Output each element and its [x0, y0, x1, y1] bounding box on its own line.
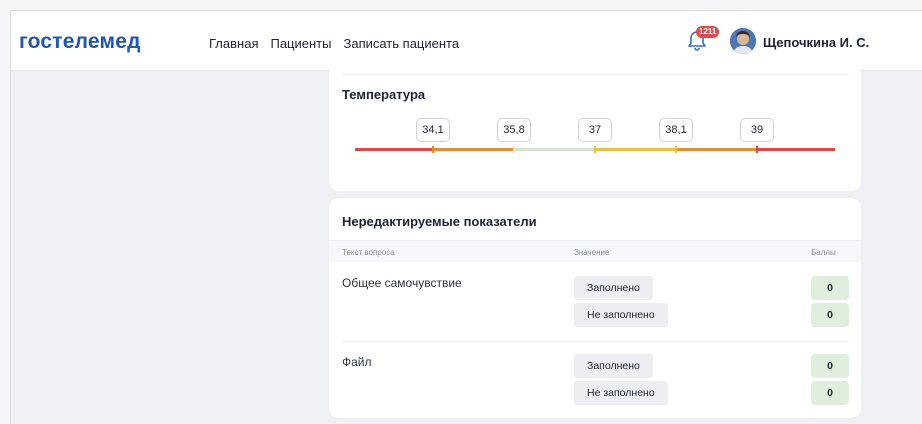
scale-tick [675, 146, 677, 153]
value-option[interactable]: Не заполнено [574, 381, 668, 405]
score-badge: 0 [811, 276, 849, 300]
scale-segment [355, 148, 433, 151]
scale-tick [756, 146, 758, 153]
column-score: Баллы [811, 248, 836, 257]
scale-segment [513, 148, 594, 151]
row-question-label: Файл [342, 355, 372, 369]
row-divider [341, 341, 849, 342]
value-option[interactable]: Не заполнено [574, 303, 668, 327]
temperature-threshold[interactable]: 39 [740, 118, 774, 142]
temperature-threshold[interactable]: 38,1 [659, 118, 693, 142]
column-question: Текст вопроса [342, 248, 395, 257]
user-name[interactable]: Щепочкина И. С. [763, 35, 869, 50]
logo[interactable]: гостелемед [19, 30, 141, 54]
value-option[interactable]: Заполнено [574, 354, 653, 378]
nav-home[interactable]: Главная [209, 36, 258, 51]
scale-segment [756, 148, 835, 151]
score-badge: 0 [811, 354, 849, 378]
column-value: Значение [574, 248, 610, 257]
avatar[interactable] [730, 28, 756, 54]
nav-book-patient[interactable]: Записать пациента [343, 36, 459, 51]
scale-segment [594, 148, 675, 151]
temperature-card: Температура 34,1 35,8 37 38,1 39 [329, 57, 861, 191]
scale-segment [433, 148, 513, 151]
value-option[interactable]: Заполнено [574, 276, 653, 300]
temperature-threshold[interactable]: 34,1 [416, 118, 450, 142]
app-frame: гостелемед Главная Пациенты Записать пац… [10, 10, 922, 424]
scale-tick [432, 146, 434, 153]
non-editable-title: Нередактируемые показатели [342, 214, 537, 229]
temperature-title: Температура [342, 87, 426, 102]
non-editable-indicators-card: Нередактируемые показатели Текст вопроса… [329, 198, 861, 418]
nav-patients[interactable]: Пациенты [270, 36, 331, 51]
temperature-threshold[interactable]: 37 [578, 118, 612, 142]
temperature-scale [355, 146, 835, 153]
notification-count-badge: 1211 [696, 26, 720, 38]
temperature-threshold[interactable]: 35,8 [497, 118, 531, 142]
divider [341, 74, 849, 75]
score-badge: 0 [811, 303, 849, 327]
scale-segment [675, 148, 756, 151]
row-question-label: Общее самочувствие [342, 276, 462, 290]
scale-tick [513, 146, 515, 153]
main-nav: Главная Пациенты Записать пациента [209, 36, 459, 51]
scale-tick [594, 146, 596, 153]
score-badge: 0 [811, 381, 849, 405]
table-header: Текст вопроса Значение Баллы [329, 240, 861, 262]
